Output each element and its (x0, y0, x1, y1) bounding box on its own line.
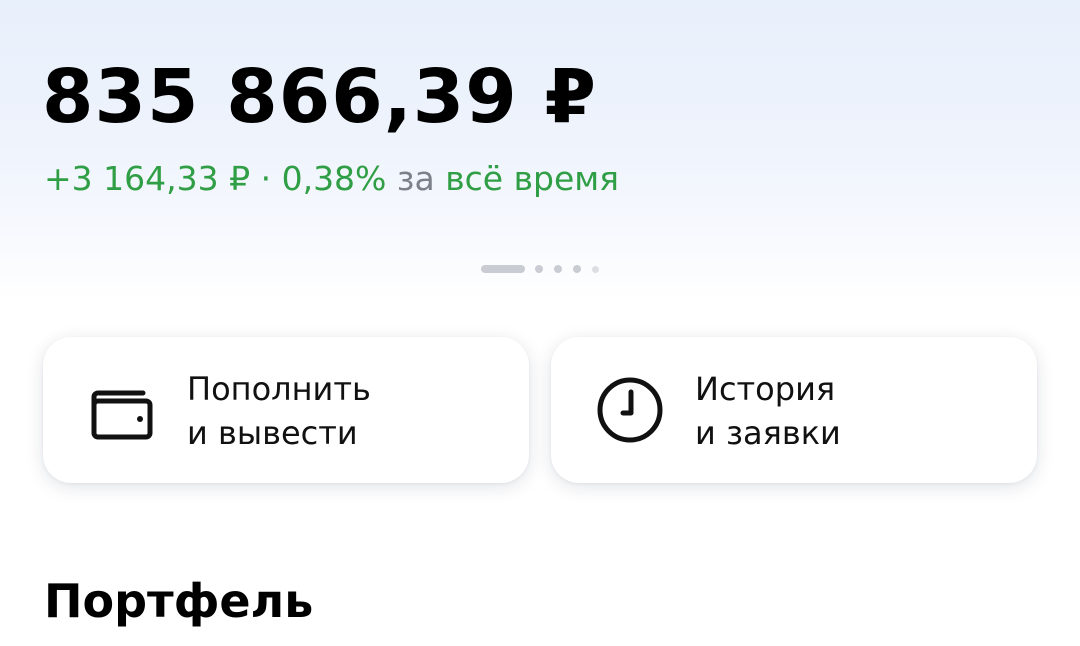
page-indicator-dot-active[interactable] (481, 265, 525, 273)
page-indicator-dot[interactable] (592, 265, 599, 273)
change-separator: · (250, 159, 282, 198)
change-period-selector[interactable]: всё время (445, 159, 619, 198)
page-indicator-dot[interactable] (554, 265, 562, 273)
change-percent: 0,38% (281, 159, 387, 198)
change-period-prefix: за (396, 159, 435, 198)
deposit-withdraw-button[interactable]: Пополнить и вывести (43, 337, 529, 483)
balance-change[interactable]: +3 164,33 ₽ · 0,38% за всё время (44, 157, 619, 201)
deposit-withdraw-label: Пополнить и вывести (187, 370, 371, 452)
change-absolute: +3 164,33 ₽ (44, 159, 251, 198)
portfolio-section-title: Портфель (44, 574, 314, 628)
page-indicator-dot[interactable] (573, 265, 581, 273)
page-indicator-dot[interactable] (535, 265, 543, 273)
portfolio-balance: 835 866,39 ₽ (42, 54, 598, 140)
wallet-icon (89, 375, 159, 445)
history-orders-button[interactable]: История и заявки (551, 337, 1037, 483)
page-indicator[interactable] (481, 264, 610, 274)
history-orders-label: История и заявки (695, 370, 841, 452)
clock-icon (597, 375, 667, 445)
balance-header (0, 0, 1080, 300)
